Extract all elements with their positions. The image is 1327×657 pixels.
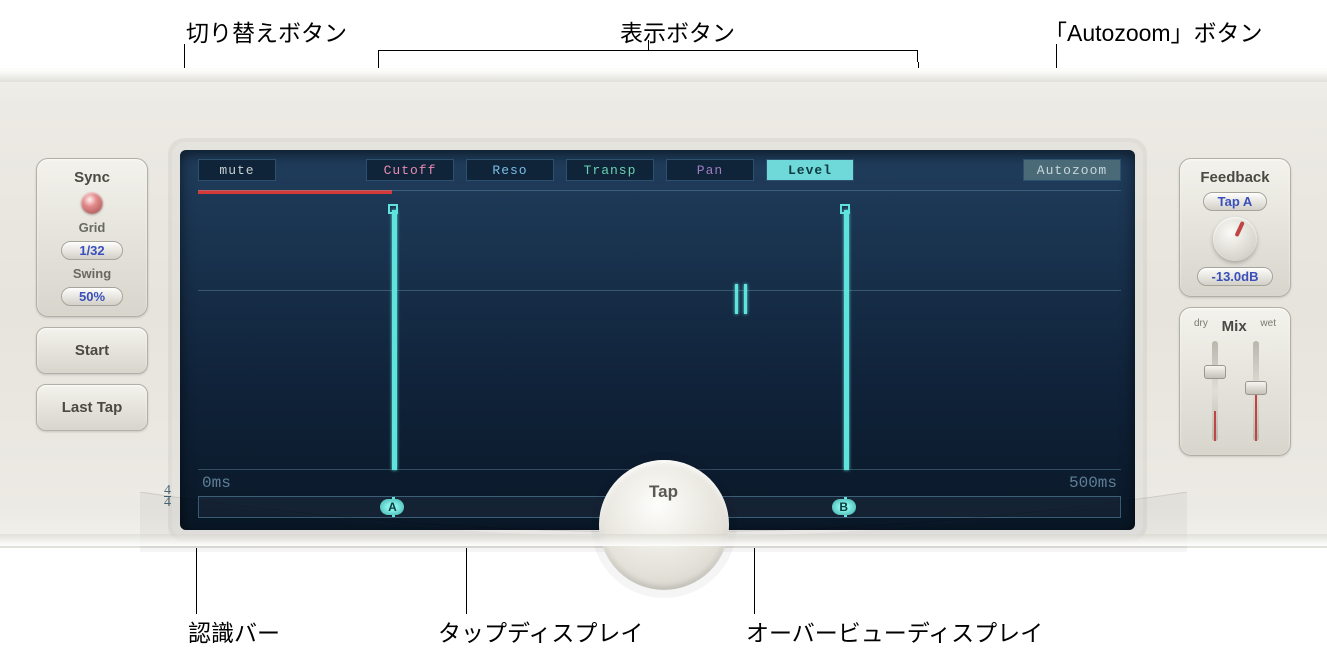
view-reso-button[interactable]: Reso bbox=[466, 159, 554, 181]
dry-label: dry bbox=[1194, 318, 1208, 335]
wet-slider-thumb[interactable] bbox=[1245, 381, 1267, 395]
callout-toggle: 切り替えボタン bbox=[186, 14, 347, 48]
feedback-tap-select[interactable]: Tap A bbox=[1203, 192, 1268, 211]
wet-slider[interactable] bbox=[1253, 341, 1259, 441]
axis-start: 0ms bbox=[202, 474, 231, 492]
callout-view: 表示ボタン bbox=[620, 14, 735, 48]
grid-label: Grid bbox=[79, 220, 106, 235]
dry-slider-thumb[interactable] bbox=[1204, 365, 1226, 379]
wet-label: wet bbox=[1260, 318, 1276, 335]
overview-tick bbox=[735, 284, 738, 314]
feedback-gain[interactable]: -13.0dB bbox=[1197, 267, 1274, 286]
feedback-group: Feedback Tap A -13.0dB bbox=[1179, 158, 1291, 297]
tap-a-bar[interactable] bbox=[392, 210, 397, 470]
mix-group: dry Mix wet bbox=[1179, 307, 1291, 456]
right-panel: Feedback Tap A -13.0dB dry Mix wet bbox=[1179, 158, 1291, 456]
autozoom-button[interactable]: Autozoom bbox=[1023, 159, 1121, 181]
callout-overview: オーバービューディスプレイ bbox=[746, 614, 1043, 648]
sync-label: Sync bbox=[74, 169, 110, 186]
tap-b-handle[interactable] bbox=[840, 204, 850, 214]
tap-pad[interactable]: Tap bbox=[599, 460, 729, 590]
mix-label: Mix bbox=[1222, 318, 1247, 335]
swing-value[interactable]: 50% bbox=[61, 287, 123, 306]
start-button[interactable]: Start bbox=[36, 327, 148, 374]
grid-value[interactable]: 1/32 bbox=[61, 241, 123, 260]
view-transp-button[interactable]: Transp bbox=[566, 159, 654, 181]
view-cutoff-button[interactable]: Cutoff bbox=[366, 159, 454, 181]
mute-toggle[interactable]: mute bbox=[198, 159, 276, 181]
left-panel: Sync Grid 1/32 Swing 50% Start Last Tap bbox=[36, 158, 148, 431]
display-button-row: mute Cutoff Reso Transp Pan Level Autozo… bbox=[180, 158, 1135, 182]
feedback-knob[interactable] bbox=[1213, 217, 1257, 261]
tap-b-bar[interactable] bbox=[844, 210, 849, 470]
sync-group: Sync Grid 1/32 Swing 50% bbox=[36, 158, 148, 317]
axis-end: 500ms bbox=[1069, 474, 1117, 492]
overview-tick bbox=[744, 284, 747, 314]
lasttap-button[interactable]: Last Tap bbox=[36, 384, 148, 431]
tap-a-handle[interactable] bbox=[388, 204, 398, 214]
callout-bracket bbox=[378, 50, 918, 62]
tap-chart[interactable]: 0ms 500ms bbox=[198, 190, 1121, 494]
callout-autozoom: 「Autozoom」ボタン bbox=[1044, 14, 1263, 48]
callout-idbar: 認識バー bbox=[188, 614, 280, 648]
feedback-label: Feedback bbox=[1200, 169, 1269, 186]
swing-label: Swing bbox=[73, 266, 111, 281]
callout-line bbox=[648, 40, 649, 50]
sync-led[interactable] bbox=[81, 192, 103, 214]
view-level-button[interactable]: Level bbox=[766, 159, 854, 181]
view-pan-button[interactable]: Pan bbox=[666, 159, 754, 181]
callout-tapdisplay: タップディスプレイ bbox=[438, 614, 643, 648]
device-body: Sync Grid 1/32 Swing 50% Start Last Tap … bbox=[0, 68, 1327, 548]
dry-slider[interactable] bbox=[1212, 341, 1218, 441]
